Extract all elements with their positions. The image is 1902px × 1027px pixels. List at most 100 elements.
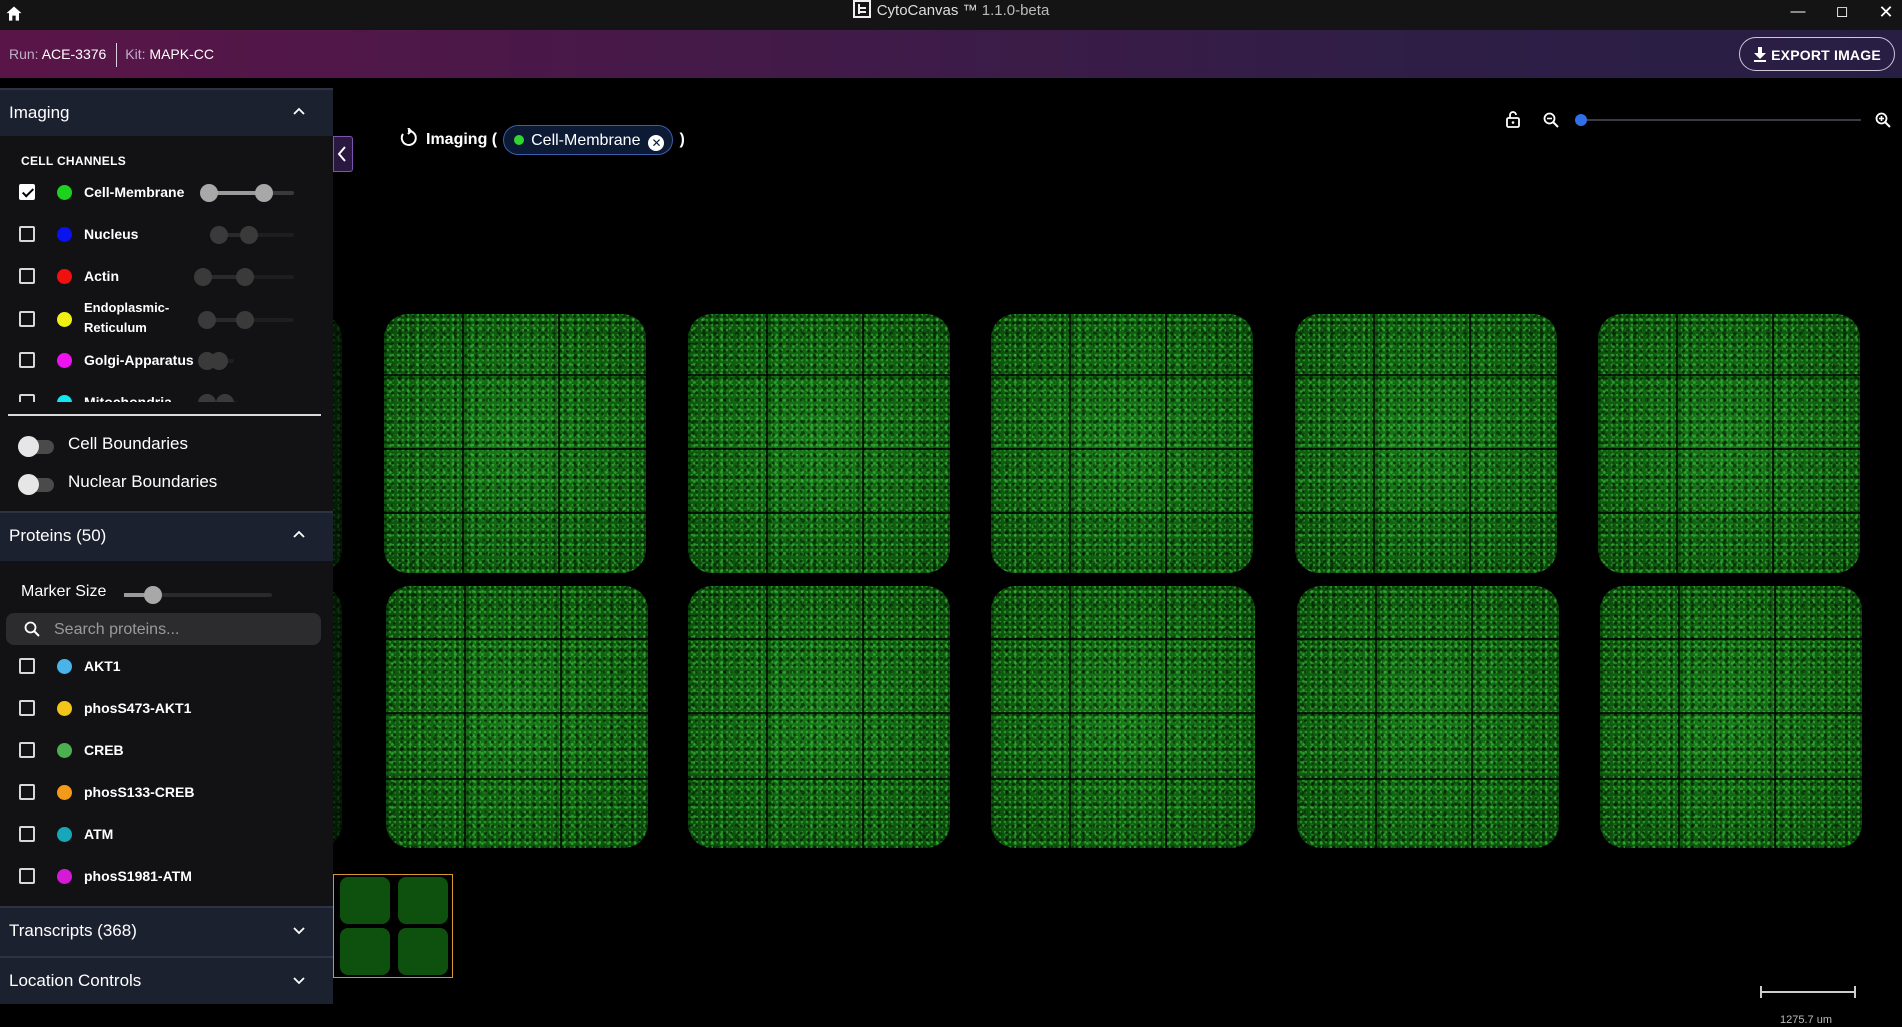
remove-chip-icon[interactable]: ✕ (648, 135, 665, 151)
protein-row-creb[interactable]: CREB (0, 729, 320, 769)
image-tile (991, 586, 1255, 848)
scale-bar-label: 1275.7 um (1780, 1014, 1832, 1026)
imaging-header-label: Imaging (9, 103, 70, 122)
zoom-out-icon[interactable] (1543, 112, 1559, 128)
minimap-tile (340, 877, 390, 924)
image-tile (386, 586, 648, 848)
channel-color-dot (57, 227, 72, 242)
minimap[interactable] (333, 874, 453, 978)
channel-label-line1: Endoplasmic- (84, 300, 170, 315)
chevron-left-icon (337, 146, 346, 162)
protein-color-dot (57, 869, 72, 884)
maximize-icon[interactable]: ◻ (1822, 0, 1862, 26)
search-icon (24, 621, 40, 637)
kit-value: MAPK-CC (149, 46, 214, 62)
channel-checkbox[interactable] (19, 268, 35, 284)
channel-row-cell-membrane[interactable]: Cell-Membrane (0, 172, 320, 212)
protein-row-phoss133-creb[interactable]: phosS133-CREB (0, 771, 320, 811)
chevron-up-icon[interactable] (293, 529, 305, 541)
protein-label: phosS133-CREB (84, 784, 195, 800)
app-logo-icon (852, 0, 871, 18)
export-image-label: EXPORT IMAGE (1771, 47, 1881, 63)
nuclear-boundaries-label: Nuclear Boundaries (68, 472, 218, 491)
minimize-icon[interactable]: — (1778, 0, 1818, 26)
channel-row-mitochondria[interactable]: Mitochondria (0, 382, 320, 402)
protein-checkbox[interactable] (19, 784, 35, 800)
run-value: ACE-3376 (41, 46, 107, 62)
download-icon (1754, 47, 1767, 62)
protein-checkbox[interactable] (19, 742, 35, 758)
protein-row-phoss1981-atm[interactable]: phosS1981-ATM (0, 855, 320, 895)
channel-chip-label: Cell-Membrane (531, 132, 641, 149)
minimap-tile (340, 928, 390, 975)
channel-row-actin[interactable]: Actin (0, 256, 320, 296)
export-image-button[interactable]: EXPORT IMAGE (1739, 37, 1895, 71)
protein-label: phosS1981-ATM (84, 868, 192, 884)
channel-label: Endoplasmic- Reticulum (84, 298, 169, 338)
protein-label: CREB (84, 742, 124, 758)
image-tile (1598, 314, 1860, 573)
protein-row-phoss473-akt1[interactable]: phosS473-AKT1 (0, 687, 320, 727)
channel-label: Nucleus (84, 226, 139, 242)
location-controls-section-header[interactable]: Location Controls (0, 956, 333, 1004)
reset-icon[interactable] (398, 127, 418, 148)
image-tile (1600, 586, 1862, 848)
channel-label: Golgi-Apparatus (84, 352, 194, 368)
channel-color-dot (57, 395, 72, 402)
protein-color-dot (57, 785, 72, 800)
channel-range-slider[interactable] (210, 226, 294, 244)
zoom-in-icon[interactable] (1875, 112, 1891, 128)
protein-search-input[interactable] (52, 618, 306, 642)
nuclear-boundaries-toggle[interactable] (18, 474, 54, 495)
run-separator (116, 43, 118, 68)
kit-label: Kit: (125, 46, 146, 62)
channel-row-endoplasmic-reticulum[interactable]: Endoplasmic- Reticulum (0, 298, 320, 340)
channel-range-slider[interactable] (198, 352, 234, 370)
zoom-slider[interactable] (1575, 114, 1861, 126)
imaging-section-body: CELL CHANNELS Cell-Membrane Nucleus Acti… (0, 136, 333, 511)
location-controls-header-label: Location Controls (9, 971, 142, 990)
cell-boundaries-toggle[interactable] (18, 436, 54, 457)
channel-checkbox[interactable] (19, 311, 35, 327)
channel-range-slider[interactable] (200, 184, 294, 202)
channel-range-slider[interactable] (198, 311, 294, 329)
channel-range-slider[interactable] (198, 394, 238, 402)
chevron-down-icon[interactable] (293, 974, 305, 986)
protein-label: AKT1 (84, 658, 121, 674)
run-label: Run: (9, 46, 39, 62)
zoom-slider-knob[interactable] (1575, 114, 1587, 126)
chevron-up-icon[interactable] (293, 106, 305, 118)
protein-checkbox[interactable] (19, 658, 35, 674)
lock-icon[interactable] (1505, 110, 1521, 128)
channel-chip[interactable]: Cell-Membrane ✕ (503, 125, 674, 155)
channel-range-slider[interactable] (194, 268, 294, 286)
imaging-section-header[interactable]: Imaging (0, 88, 333, 136)
channel-checkbox[interactable] (19, 394, 35, 402)
marker-size-slider[interactable] (124, 586, 272, 604)
protein-label: ATM (84, 826, 114, 842)
protein-checkbox[interactable] (19, 868, 35, 884)
protein-label: phosS473-AKT1 (84, 700, 192, 716)
protein-search-box[interactable] (6, 613, 321, 645)
protein-row-akt1[interactable]: AKT1 (0, 645, 320, 685)
channel-row-nucleus[interactable]: Nucleus (0, 214, 320, 254)
channel-checkbox[interactable] (19, 352, 35, 368)
protein-checkbox[interactable] (19, 700, 35, 716)
close-icon[interactable]: ✕ (1866, 0, 1902, 26)
transcripts-section-header[interactable]: Transcripts (368) (0, 906, 333, 956)
channel-color-dot (57, 185, 72, 200)
proteins-section-header[interactable]: Proteins (50) (0, 511, 333, 561)
app-version: 1.1.0-beta (981, 2, 1050, 19)
channel-checkbox[interactable] (19, 226, 35, 242)
protein-row-atm[interactable]: ATM (0, 813, 320, 853)
protein-checkbox[interactable] (19, 826, 35, 842)
channel-row-golgi-apparatus[interactable]: Golgi-Apparatus (0, 340, 320, 380)
channel-checkbox[interactable] (19, 184, 35, 200)
chevron-down-icon[interactable] (293, 924, 305, 936)
collapse-panel-button[interactable] (333, 136, 353, 172)
channel-chip-dot (514, 135, 525, 145)
channel-color-dot (57, 312, 72, 327)
minimap-tile (398, 877, 448, 924)
channel-label-line2: Reticulum (84, 320, 147, 335)
channels-divider (8, 414, 321, 416)
